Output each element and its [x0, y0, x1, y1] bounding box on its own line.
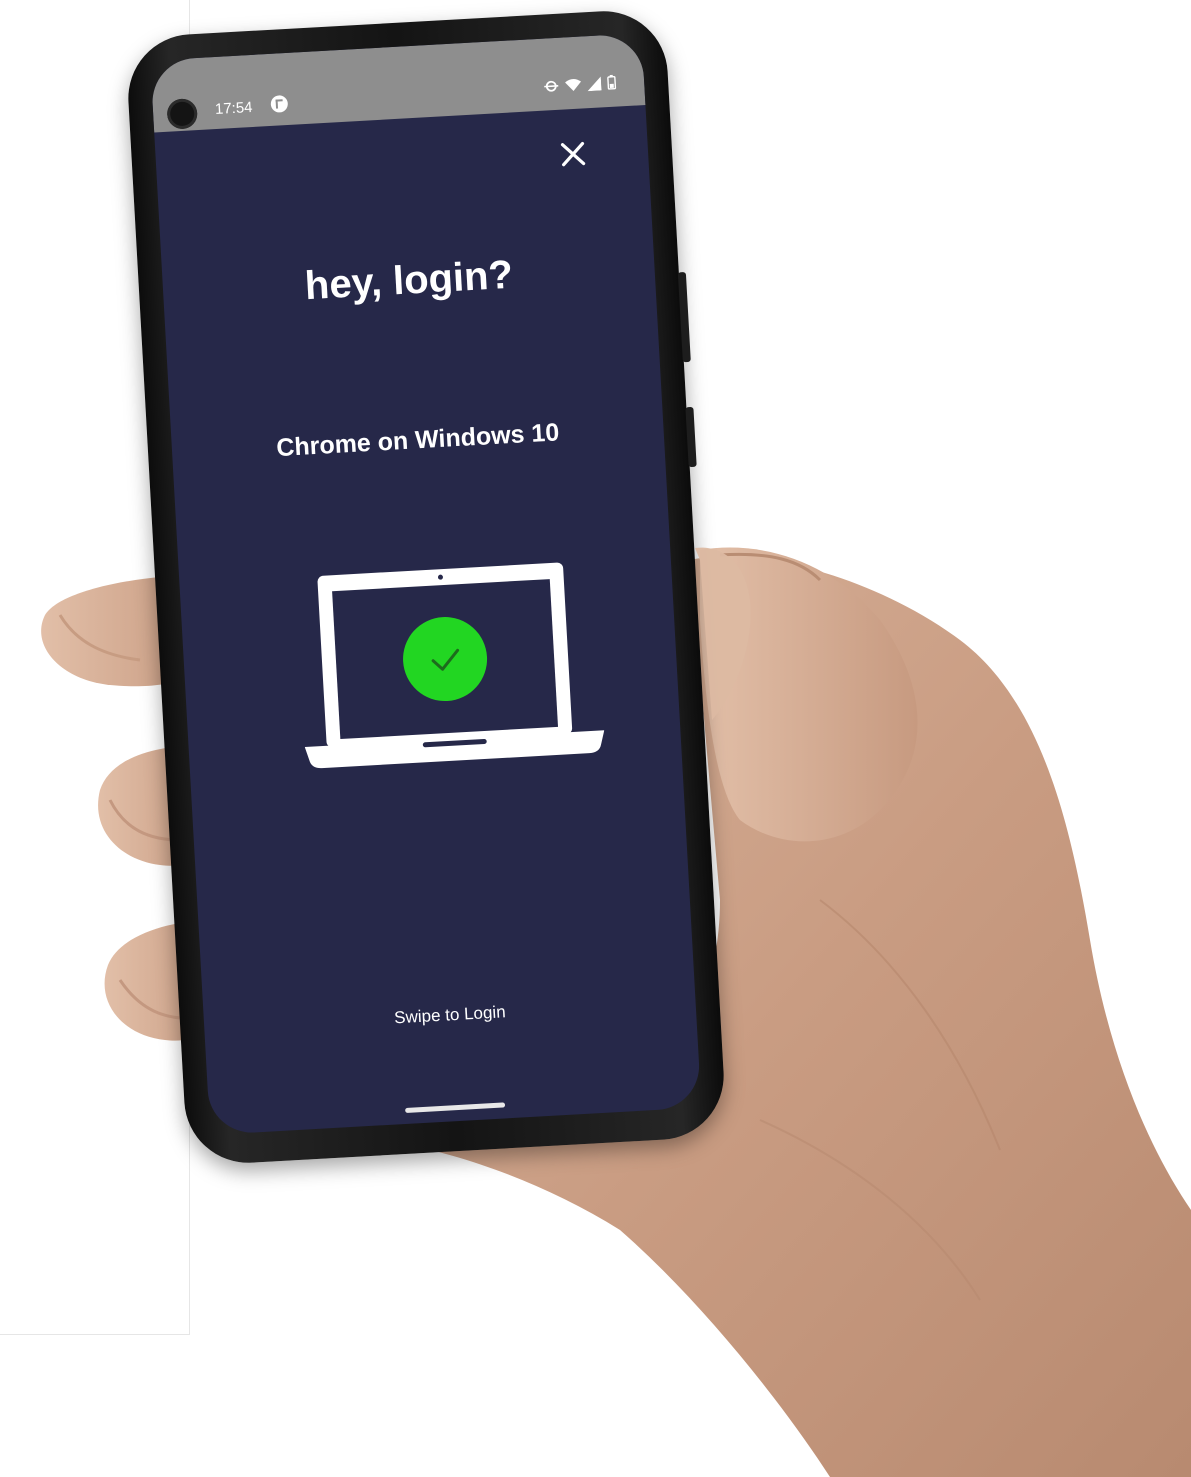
app-notification-icon [270, 94, 289, 113]
data-saver-icon [544, 80, 559, 92]
login-prompt-title: hey, login? [303, 252, 515, 309]
laptop-icon [304, 562, 605, 769]
close-icon[interactable] [557, 138, 589, 170]
wifi-icon [565, 78, 581, 91]
phone-screen: 17:54 hey, login? Chrome on Windows 10 S… [150, 33, 702, 1135]
photo-stage: 17:54 hey, login? Chrome on Windows 10 S… [0, 0, 1191, 1477]
battery-icon [607, 74, 617, 90]
status-time: 17:54 [214, 98, 253, 119]
phone: 17:54 hey, login? Chrome on Windows 10 S… [124, 7, 728, 1167]
home-indicator[interactable] [405, 1102, 506, 1113]
status-icons [543, 74, 617, 94]
signal-icon [587, 75, 602, 91]
device-label: Chrome on Windows 10 [275, 418, 560, 463]
front-camera [166, 98, 199, 130]
swipe-to-login[interactable]: Swipe to Login [204, 992, 696, 1039]
